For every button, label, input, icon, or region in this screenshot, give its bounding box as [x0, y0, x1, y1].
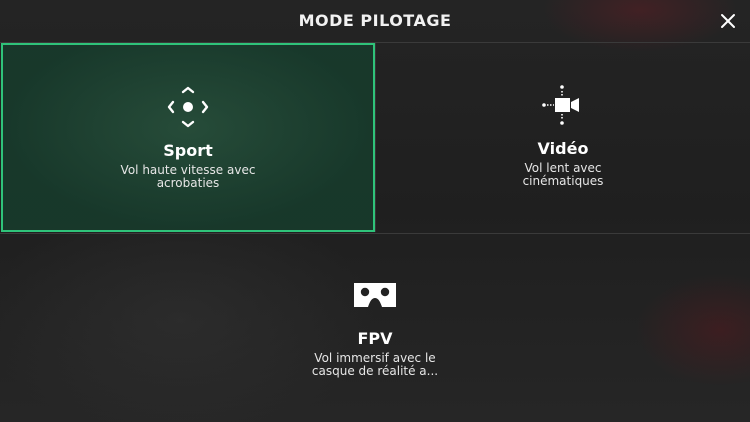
- close-icon: [721, 14, 735, 28]
- mode-label: FPV: [357, 329, 393, 348]
- header-bar: MODE PILOTAGE: [0, 0, 750, 43]
- camera-icon: [541, 83, 585, 131]
- close-button[interactable]: [718, 11, 738, 31]
- vr-headset-icon: [352, 281, 398, 313]
- piloting-mode-screen: MODE PILOTAGE Sport Vol haute vitesse av…: [0, 0, 750, 422]
- mode-tile-video[interactable]: Vidéo Vol lent avec cinématiques: [375, 43, 750, 232]
- mode-tile-fpv[interactable]: FPV Vol immersif avec le casque de réali…: [0, 233, 750, 422]
- move-arrows-icon: [166, 85, 210, 133]
- page-title: MODE PILOTAGE: [298, 11, 452, 30]
- mode-label: Sport: [163, 141, 213, 160]
- mode-tile-sport[interactable]: Sport Vol haute vitesse avec acrobaties: [1, 43, 375, 232]
- mode-label: Vidéo: [537, 139, 589, 158]
- mode-description: Vol immersif avec le casque de réalité a…: [311, 351, 439, 378]
- mode-description: Vol lent avec cinématiques: [522, 161, 604, 188]
- mode-description: Vol haute vitesse avec acrobaties: [120, 163, 256, 190]
